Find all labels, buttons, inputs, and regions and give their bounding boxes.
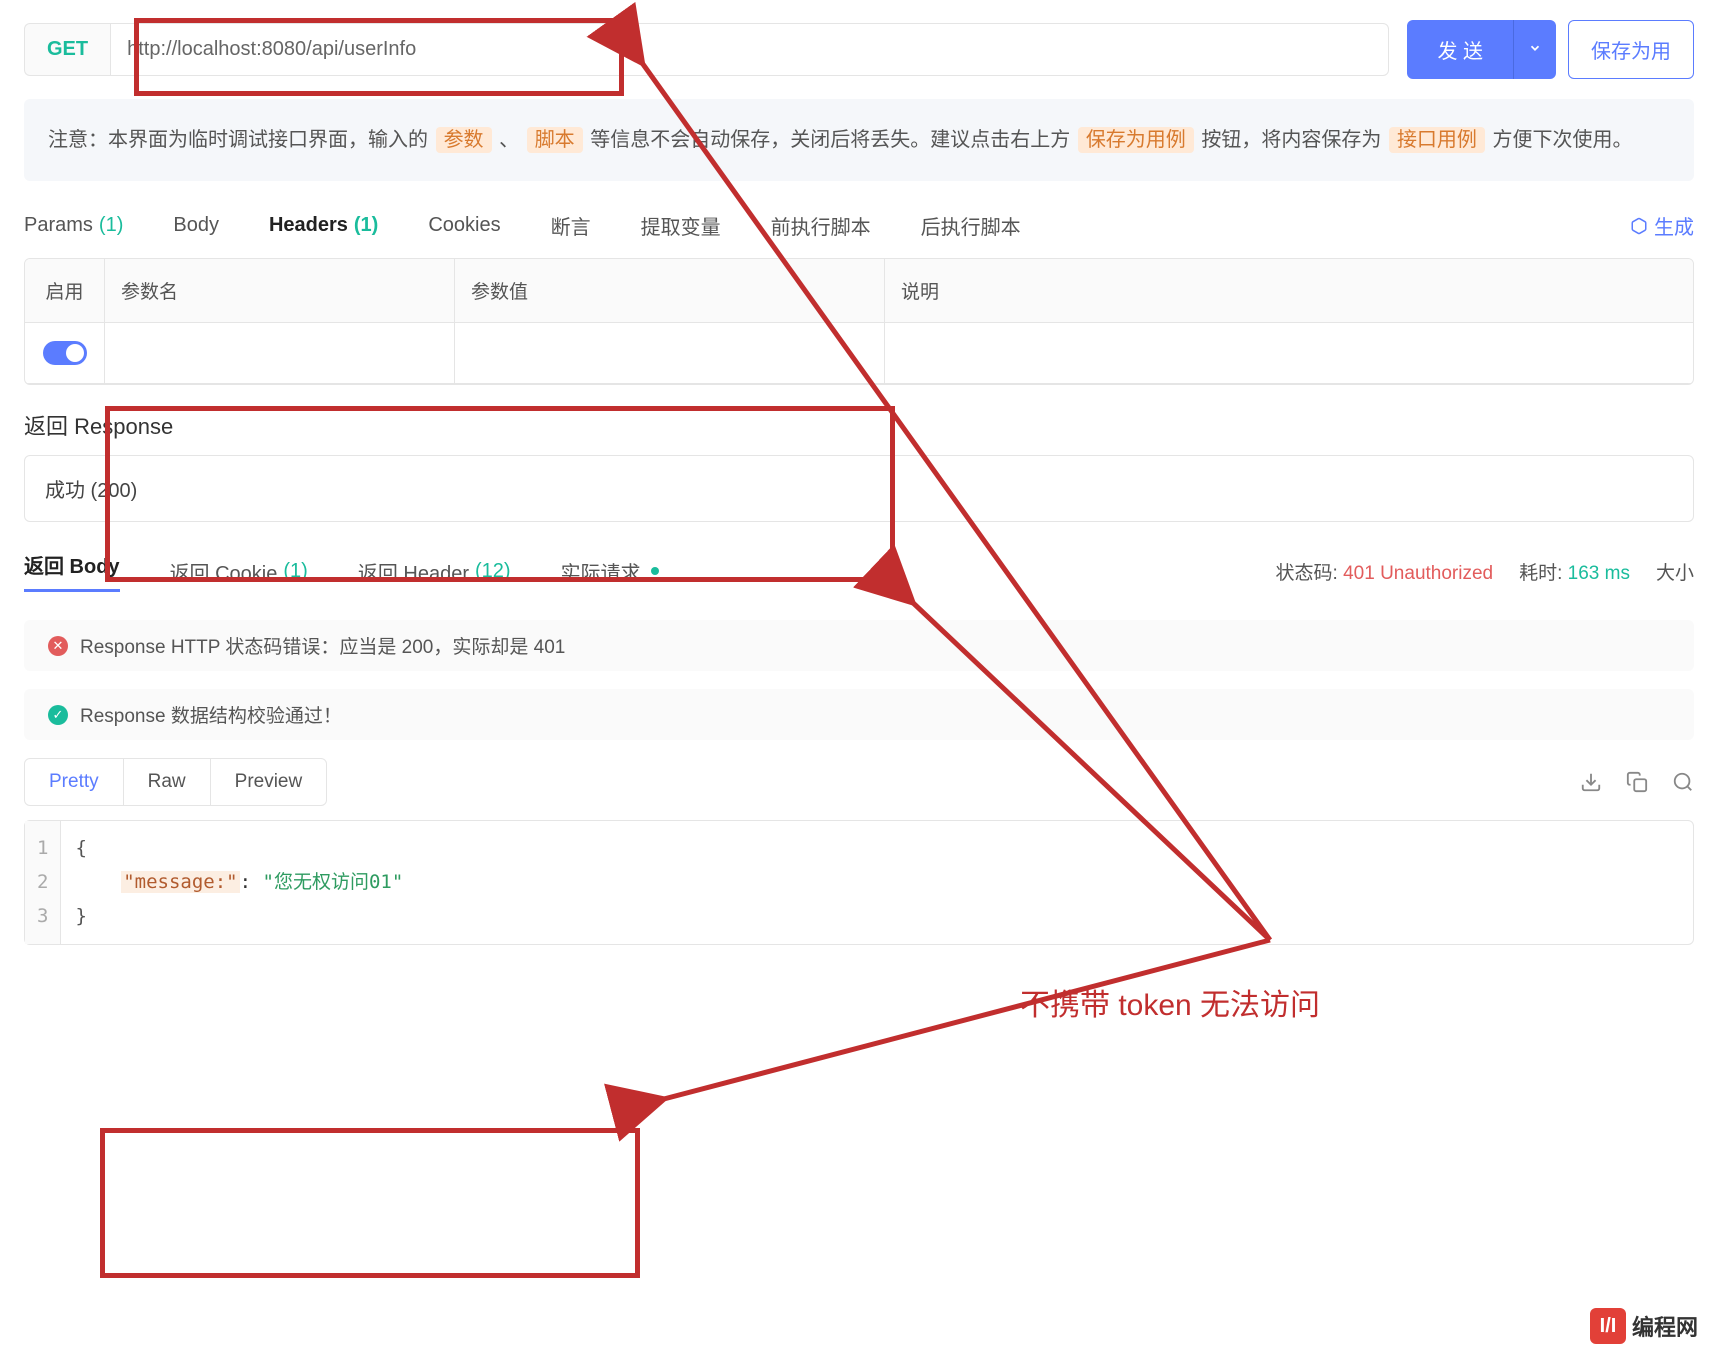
notice-highlight-case: 接口用例 [1389,127,1485,153]
tab-pre-script[interactable]: 前执行脚本 [771,211,871,240]
save-as-button[interactable]: 保存为用 [1568,20,1694,79]
line-gutter: 123 [25,821,61,944]
tab-body[interactable]: Body [173,214,219,237]
header-desc-input[interactable] [885,323,1693,384]
error-icon: ✕ [48,636,68,656]
response-tab-actual-request[interactable]: 实际请求 [561,557,659,586]
tab-extract-vars[interactable]: 提取变量 [641,211,721,240]
notice-banner: 注意：本界面为临时调试接口界面，输入的 参数 、 脚本 等信息不会自动保存，关闭… [24,99,1694,181]
notice-highlight-save: 保存为用例 [1078,127,1194,153]
body-view-pretty[interactable]: Pretty [25,759,124,805]
validation-error-message: ✕ Response HTTP 状态码错误：应当是 200，实际却是 401 [24,620,1694,671]
headers-table: 启用 参数名 参数值 说明 [24,258,1694,385]
response-status-select[interactable]: 成功 (200) [24,455,1694,522]
validation-ok-message: ✓ Response 数据结构校验通过！ [24,689,1694,740]
status-code-label: 状态码: 401 Unauthorized [1276,558,1494,585]
body-view-preview[interactable]: Preview [211,759,327,805]
http-method-select[interactable]: GET [24,23,110,76]
annotation-box-response [100,1128,640,1278]
tab-cookies[interactable]: Cookies [428,214,500,237]
request-url-input[interactable] [110,23,1389,76]
check-icon: ✓ [48,705,68,725]
size-label: 大小 [1656,558,1694,585]
annotation-text: 不携带 token 无法访问 [1020,980,1320,1024]
notice-highlight-script: 脚本 [527,127,583,153]
generate-code-button[interactable]: 生成 [1630,211,1694,240]
col-enable: 启用 [25,259,105,323]
tab-post-script[interactable]: 后执行脚本 [921,211,1021,240]
copy-icon[interactable] [1626,771,1648,793]
response-tab-header[interactable]: 返回 Header (12) [358,557,511,586]
col-param-value: 参数值 [455,259,885,323]
elapsed-time-label: 耗时: 163 ms [1519,558,1630,585]
dot-indicator-icon [651,567,659,575]
watermark-logo-icon: I/I [1590,1308,1626,1344]
header-enable-toggle[interactable] [43,341,87,365]
col-param-name: 参数名 [105,259,455,323]
send-button[interactable]: 发 送 [1407,20,1513,79]
response-section-title: 返回 Response [0,385,1718,455]
response-body-code: 123 { "message:": "您无权访问01" } [24,820,1694,945]
tab-params[interactable]: Params (1) [24,214,123,237]
notice-highlight-params: 参数 [436,127,492,153]
response-tab-cookie[interactable]: 返回 Cookie (1) [170,557,308,586]
col-description: 说明 [885,259,1693,323]
tab-headers[interactable]: Headers (1) [269,214,378,237]
chevron-down-icon [1528,41,1542,55]
search-icon[interactable] [1672,771,1694,793]
response-tab-body[interactable]: 返回 Body [24,550,120,592]
tab-assertions[interactable]: 断言 [551,211,591,240]
download-icon[interactable] [1580,771,1602,793]
body-view-raw[interactable]: Raw [124,759,211,805]
send-dropdown-button[interactable] [1513,20,1556,79]
cube-icon [1630,217,1648,235]
header-name-input[interactable] [105,323,455,384]
header-value-input[interactable] [455,323,885,384]
watermark: I/I 编程网 [1590,1308,1698,1344]
